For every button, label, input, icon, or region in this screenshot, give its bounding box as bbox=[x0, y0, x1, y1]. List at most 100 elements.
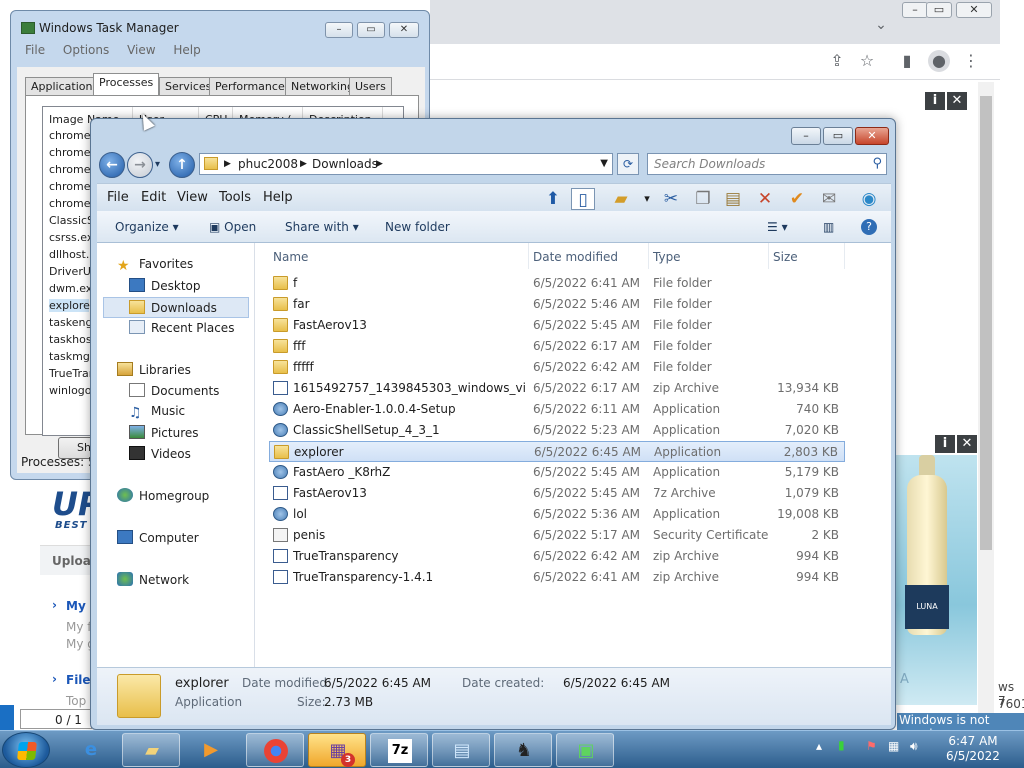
new-folder-button[interactable]: New folder bbox=[385, 220, 450, 234]
file-row[interactable]: 1615492757_1439845303_windows_vista_a...… bbox=[269, 378, 845, 399]
action-center-icon[interactable]: ⚑ bbox=[866, 739, 877, 753]
process-row[interactable]: csrss.ex bbox=[49, 231, 93, 244]
file-row[interactable]: FastAerov13 6/5/2022 5:45 AM 7z Archive 1,0… bbox=[269, 483, 845, 504]
taskbar-explorer[interactable]: ▰ bbox=[122, 733, 180, 767]
chrome-close-button[interactable]: ✕ bbox=[956, 2, 992, 18]
file-row[interactable]: TrueTransparency 6/5/2022 6:42 AM zip Arch… bbox=[269, 546, 845, 567]
change-view-icon[interactable]: ☰ ▾ bbox=[767, 220, 788, 234]
start-button[interactable] bbox=[2, 732, 50, 768]
forward-button[interactable]: → bbox=[127, 152, 153, 178]
nav-documents[interactable]: Documents bbox=[129, 383, 219, 398]
page-scrollbar[interactable] bbox=[978, 82, 994, 722]
ex-maximize-button[interactable]: ▭ bbox=[823, 127, 853, 145]
share-icon[interactable]: ⇪ bbox=[826, 50, 848, 72]
menu-edit[interactable]: Edit bbox=[141, 190, 166, 205]
task-manager-tray-icon[interactable]: ▮ bbox=[838, 738, 845, 752]
tm-maximize-button[interactable]: ▭ bbox=[357, 22, 385, 38]
nav-downloads[interactable]: Downloads bbox=[103, 297, 249, 318]
explorer-window[interactable]: – ▭ ✕ ← → ▾ ↑ ▶ phuc2008 ▶ Downloads ▶ ▼… bbox=[90, 118, 896, 730]
tm-menu-file[interactable]: File bbox=[25, 43, 45, 57]
col-name[interactable]: Name bbox=[269, 243, 529, 269]
ad-close-icon[interactable]: ✕ bbox=[947, 92, 967, 110]
file-row[interactable]: ClassicShellSetup_4_3_1 6/5/2022 5:23 AM A… bbox=[269, 420, 845, 441]
properties-check-icon[interactable]: ✔ bbox=[785, 188, 809, 210]
scrollbar-thumb[interactable] bbox=[980, 96, 992, 550]
show-hidden-icons-icon[interactable]: ▴ bbox=[816, 739, 822, 753]
help-icon[interactable]: ? bbox=[861, 219, 877, 235]
ad2-close-icon[interactable]: ✕ bbox=[957, 435, 977, 453]
nav-homegroup[interactable]: Homegroup bbox=[117, 488, 209, 503]
paste-icon[interactable]: ▤ bbox=[721, 188, 745, 210]
upload-tab[interactable]: Uploa bbox=[40, 545, 92, 575]
tm-minimize-button[interactable]: – bbox=[325, 22, 353, 38]
taskbar-task-manager[interactable]: ▣ bbox=[556, 733, 614, 767]
menu-tools[interactable]: Tools bbox=[219, 190, 251, 205]
file-row[interactable]: TrueTransparency-1.4.1 6/5/2022 6:41 AM zi… bbox=[269, 567, 845, 588]
network-tray-icon[interactable]: ▦ bbox=[888, 739, 899, 753]
search-icon[interactable]: ⚲ bbox=[872, 154, 882, 174]
chrome-minimize-button[interactable]: – bbox=[902, 2, 928, 18]
ad-image[interactable]: LUNA bbox=[895, 455, 977, 705]
menu-view[interactable]: View bbox=[177, 190, 208, 205]
toolbar-view-pane-icon[interactable]: ▯ bbox=[571, 188, 595, 210]
back-button[interactable]: ← bbox=[99, 152, 125, 178]
toolbar-folders-icon[interactable]: ▰ bbox=[609, 188, 633, 210]
taskbar-control-panel[interactable]: ▤ bbox=[432, 733, 490, 767]
nav-videos[interactable]: Videos bbox=[129, 446, 191, 461]
tm-menu-help[interactable]: Help bbox=[173, 43, 200, 57]
share-with-button[interactable]: Share with ▾ bbox=[285, 220, 359, 234]
tm-close-button[interactable]: ✕ bbox=[389, 22, 419, 38]
process-row[interactable]: TrueTran bbox=[49, 367, 96, 380]
col-date-modified[interactable]: Date modified bbox=[529, 243, 649, 269]
tab-search-chevron-icon[interactable]: ⌄ bbox=[870, 14, 892, 36]
toolbar-folders-dropdown-icon[interactable]: ▾ bbox=[635, 188, 659, 210]
email-icon[interactable]: ✉ bbox=[817, 188, 841, 210]
ad-info-icon[interactable]: i bbox=[925, 92, 945, 110]
tab-performance[interactable]: Performance bbox=[209, 77, 291, 95]
nav-favorites[interactable]: ★ Favorites bbox=[117, 257, 193, 274]
taskbar-media-player[interactable]: ▶ bbox=[182, 733, 240, 767]
open-button[interactable]: ▣ Open bbox=[209, 220, 256, 234]
preview-pane-icon[interactable]: ▥ bbox=[823, 220, 834, 234]
my-section-link[interactable]: My bbox=[66, 599, 86, 613]
tab-users[interactable]: Users bbox=[349, 77, 392, 95]
toolbar-up-icon[interactable]: ⬆ bbox=[541, 188, 565, 210]
nav-recent-places[interactable]: Recent Places bbox=[129, 320, 234, 335]
ex-minimize-button[interactable]: – bbox=[791, 127, 821, 145]
nav-music[interactable]: ♫ Music bbox=[129, 404, 185, 421]
nav-computer[interactable]: Computer bbox=[117, 530, 199, 545]
col-size[interactable]: Size bbox=[769, 243, 845, 269]
file-row[interactable]: Aero-Enabler-1.0.0.4-Setup 6/5/2022 6:11 … bbox=[269, 399, 845, 420]
organize-button[interactable]: Organize ▾ bbox=[115, 220, 179, 234]
file-row[interactable]: fffff 6/5/2022 6:42 AM File folder bbox=[269, 357, 845, 378]
file-row[interactable]: FastAerov13 6/5/2022 5:45 AM File folder bbox=[269, 315, 845, 336]
process-row[interactable]: taskhost bbox=[49, 333, 96, 346]
tm-menu-options[interactable]: Options bbox=[63, 43, 109, 57]
nav-network[interactable]: Network bbox=[117, 572, 189, 587]
col-type[interactable]: Type bbox=[649, 243, 769, 269]
taskbar-chess[interactable]: ♞ bbox=[494, 733, 552, 767]
shell-icon[interactable]: ◉ bbox=[857, 188, 881, 210]
taskbar-chrome[interactable] bbox=[246, 733, 304, 767]
breadcrumb-chevron-icon[interactable]: ▶ bbox=[224, 154, 231, 174]
copy-icon[interactable]: ❐ bbox=[691, 188, 715, 210]
ex-close-button[interactable]: ✕ bbox=[855, 127, 889, 145]
process-row[interactable]: explorer bbox=[49, 299, 94, 312]
breadcrumb-chevron-icon[interactable]: ▶ bbox=[300, 154, 307, 174]
breadcrumb-downloads[interactable]: Downloads bbox=[312, 154, 378, 174]
address-dropdown-icon[interactable]: ▼ bbox=[600, 154, 608, 174]
tm-menu-view[interactable]: View bbox=[127, 43, 155, 57]
recent-pages-chevron-icon[interactable]: ▾ bbox=[155, 159, 160, 170]
taskbar-7zip[interactable]: 7z bbox=[370, 733, 428, 767]
process-row[interactable]: taskeng. bbox=[49, 316, 96, 329]
cut-icon[interactable]: ✂ bbox=[659, 188, 683, 210]
taskbar-winrar[interactable]: ▦ 3 bbox=[308, 733, 366, 767]
file-row[interactable]: fff 6/5/2022 6:17 AM File folder bbox=[269, 336, 845, 357]
volume-icon[interactable]: 🔊︎ bbox=[910, 739, 918, 754]
menu-file[interactable]: File bbox=[107, 190, 129, 205]
file-row[interactable]: f 6/5/2022 6:41 AM File folder bbox=[269, 273, 845, 294]
delete-icon[interactable]: ✕ bbox=[753, 188, 777, 210]
search-input[interactable]: Search Downloads ⚲ bbox=[647, 153, 887, 175]
nav-libraries[interactable]: Libraries bbox=[117, 362, 191, 377]
menu-help[interactable]: Help bbox=[263, 190, 293, 205]
